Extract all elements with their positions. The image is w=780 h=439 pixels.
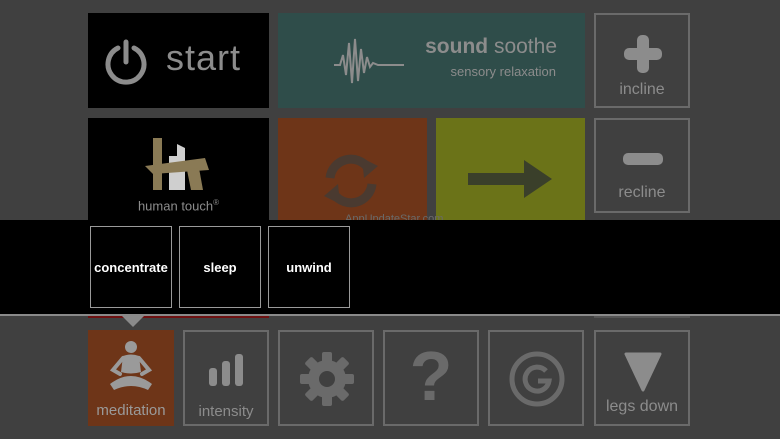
question-icon: ? [409,337,453,415]
meditation-submenu: concentrate sleep unwind [0,220,780,314]
refresh-icon [324,154,378,208]
next-arrow-button[interactable] [436,118,585,220]
meditation-button[interactable]: meditation [88,330,174,426]
legs-down-label: legs down [605,398,679,415]
sound-soothe-subtitle: sensory relaxation [450,64,557,79]
incline-label: incline [619,81,665,98]
sound-soothe-button[interactable]: sound soothe sensory relaxation [278,13,585,108]
legs-down-button[interactable]: legs down [594,330,690,426]
help-button[interactable]: ? [383,330,479,426]
g-logo-button[interactable] [488,330,584,426]
incline-button[interactable]: incline [594,13,690,108]
recline-label: recline [618,184,666,201]
settings-button[interactable] [278,330,374,426]
gear-icon [300,352,354,406]
start-label: start [166,37,242,78]
start-button[interactable]: start [88,13,269,108]
triangle-down-icon [624,352,662,392]
human-touch-logo [145,138,209,190]
recline-button[interactable]: recline [594,118,690,213]
g-logo-icon [509,351,565,407]
intensity-label: intensity [198,403,254,420]
submenu-pointer [122,316,144,327]
meditation-icon [109,341,153,390]
sleep-button[interactable]: sleep [179,226,261,308]
arrow-right-icon [468,160,552,198]
minus-icon [623,153,663,165]
human-touch-logo-tile: human touch® [88,118,269,220]
sound-soothe-title: sound soothe [425,35,557,58]
concentrate-button[interactable]: concentrate [90,226,172,308]
waveform-icon [334,38,404,84]
plus-icon [624,35,662,73]
meditation-label: meditation [96,402,166,419]
brand-label: human touch® [137,198,220,214]
intensity-button[interactable]: intensity [183,330,269,426]
cycle-button[interactable] [278,118,427,220]
unwind-button[interactable]: unwind [268,226,350,308]
power-icon [105,39,147,85]
signal-bars-icon [209,354,243,386]
submenu-divider [0,314,780,316]
